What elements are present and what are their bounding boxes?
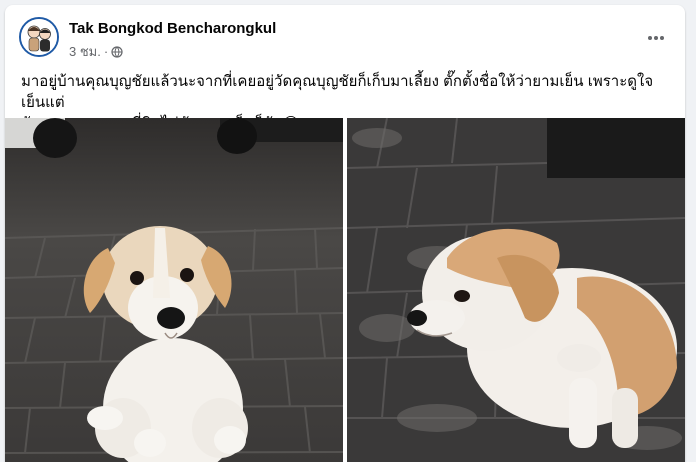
avatar-cartoon-icon <box>21 19 57 55</box>
photo-grid <box>5 118 685 462</box>
meta-separator: · <box>103 44 109 59</box>
puppy-profile-photo[interactable] <box>347 118 685 462</box>
globe-icon[interactable] <box>111 45 123 58</box>
author-name[interactable]: Tak Bongkod Bencharongkul <box>69 20 276 37</box>
post-card: Tak Bongkod Bencharongkul 3 ชม. · มาอยู่… <box>5 5 685 462</box>
more-options-icon <box>648 36 664 40</box>
post-header: Tak Bongkod Bencharongkul 3 ชม. · <box>5 5 685 65</box>
post-timestamp[interactable]: 3 ชม. <box>69 41 101 62</box>
post-meta: 3 ชม. · <box>69 41 123 62</box>
author-avatar[interactable] <box>19 17 59 57</box>
puppy-sitting-photo[interactable] <box>5 118 343 462</box>
caption-line: มาอยู่บ้านคุณบุญชัยแล้วนะจากที่เคยอยู่วั… <box>21 73 654 111</box>
more-options-button[interactable] <box>641 23 671 53</box>
